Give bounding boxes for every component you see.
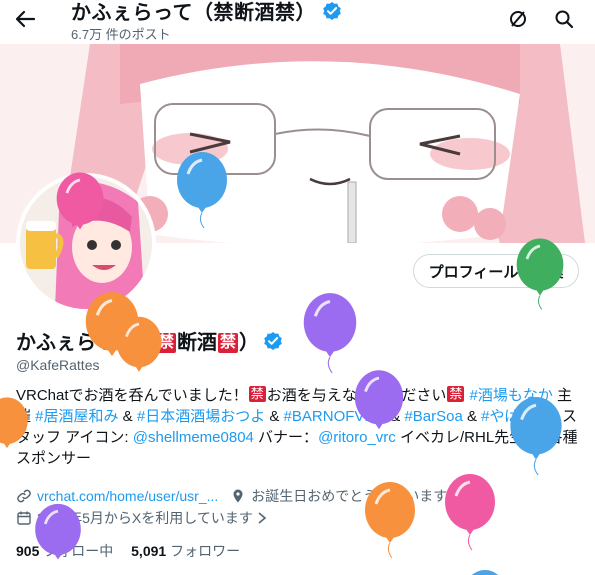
hashtag-link[interactable]: #居酒屋和み [35, 408, 118, 425]
bio-text: & [265, 408, 284, 425]
balloon-icon [516, 238, 564, 310]
kin-badge: 禁 [447, 386, 465, 402]
search-button[interactable] [553, 8, 575, 30]
followers-count: 5,091 [131, 543, 167, 559]
arrow-left-icon [15, 10, 36, 28]
header-title-row: かふぇらって（禁断酒禁） [71, 0, 342, 25]
page-title: かふぇらって（禁断酒禁） [71, 2, 316, 24]
bio-text: VRChatでお酒を呑んでいました！ [16, 387, 248, 404]
balloon-icon [177, 152, 227, 229]
post-count: 6.7万 件のポスト [71, 27, 171, 42]
verified-badge-icon [323, 1, 341, 20]
hashtag-link[interactable]: #日本酒酒場おつよ [137, 408, 265, 425]
location-text: お誕生日おめでとうございます。 [251, 488, 460, 504]
followers-link[interactable]: 5,091 フォロワー [131, 543, 240, 559]
verified-badge-icon [264, 331, 282, 350]
no-symbol-icon [510, 11, 526, 27]
balloon-icon [35, 503, 81, 560]
balloon-icon [303, 293, 357, 374]
hashtag-link[interactable]: #BarSoa [404, 408, 462, 425]
mention-link[interactable]: @shellmeme0804 [133, 429, 254, 446]
balloon-icon [471, 570, 499, 575]
location-pin-icon [233, 489, 243, 503]
kin-badge: 禁 [218, 333, 239, 353]
display-name-part: 断酒 [177, 332, 218, 354]
balloon-icon [56, 172, 104, 230]
back-button[interactable] [12, 6, 38, 32]
balloon-icon [445, 474, 495, 551]
balloon-icon [0, 397, 28, 449]
balloon-icon [510, 397, 562, 476]
search-icon [555, 10, 574, 29]
top-bar: かふぇらって（禁断酒禁） 6.7万 件のポスト [0, 0, 595, 44]
balloon-icon [354, 370, 404, 430]
translate-off-button[interactable] [507, 8, 529, 30]
display-name-part: ） [239, 332, 260, 354]
profile-bio: VRChatでお酒を呑んでいました！禁お酒を与えないでください禁 #酒場もなか … [16, 385, 586, 469]
balloon-icon [365, 482, 415, 559]
followers-label: フォロワー [170, 543, 241, 559]
bio-text: バナー： [253, 429, 319, 446]
bio-text: & [462, 408, 482, 425]
chevron-right-icon [258, 512, 267, 524]
balloon-icon [116, 316, 162, 372]
bio-text: & [118, 408, 137, 425]
kin-badge: 禁 [248, 386, 266, 402]
